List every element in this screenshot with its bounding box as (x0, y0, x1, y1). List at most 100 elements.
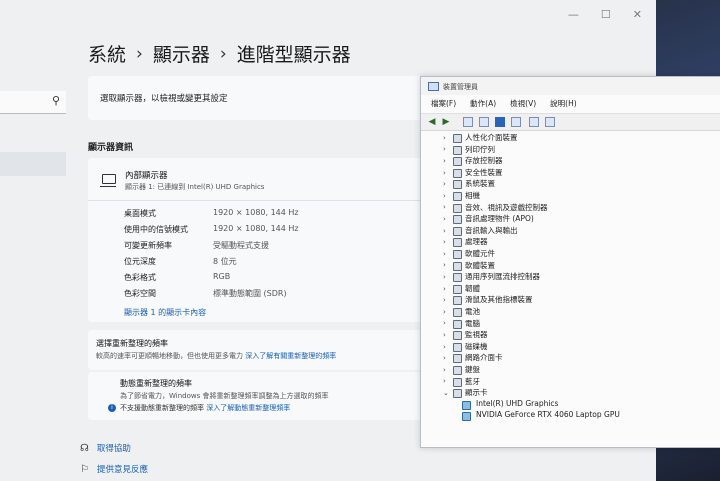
chevron-right-icon[interactable]: › (443, 238, 449, 246)
window-controls: — ☐ ✕ (568, 8, 642, 21)
device-category[interactable]: › 處理器 (421, 236, 720, 248)
chevron-right-icon[interactable]: › (443, 285, 449, 293)
help-book-icon[interactable] (495, 117, 505, 127)
device-category-label: 音效、視訊及遊戲控制器 (465, 202, 548, 212)
chevron-right-icon[interactable]: › (443, 157, 449, 165)
chevron-right-icon[interactable]: › (443, 377, 449, 385)
device-category-label: 存放控制器 (465, 156, 503, 166)
chevron-right-icon[interactable]: › (443, 250, 449, 258)
device-category[interactable]: › 磁碟機 (421, 341, 720, 353)
breadcrumb-display[interactable]: 顯示器 (153, 40, 210, 67)
search-icon: ⚲ (51, 94, 60, 107)
menu-action[interactable]: 動作(A) (470, 97, 496, 111)
device-category-icon (453, 389, 462, 399)
device-category-label: 電腦 (465, 318, 480, 328)
give-feedback-link[interactable]: ⚐ 提供意見反應 (80, 463, 148, 476)
section-title: 顯示器資訊 (88, 143, 134, 153)
device-category[interactable]: › 韌體 (421, 283, 720, 295)
sidebar-item-selected[interactable] (0, 152, 66, 176)
breadcrumb-system[interactable]: 系統 (88, 40, 126, 67)
device-category[interactable]: › 列印佇列 (421, 144, 720, 156)
menu-help[interactable]: 說明(H) (550, 97, 577, 111)
chevron-right-icon[interactable]: › (443, 192, 449, 200)
adapter-properties-link[interactable]: 顯示器 1 的顯示卡內容 (124, 307, 206, 318)
device-category[interactable]: › 音訊處理物件 (APO) (421, 213, 720, 225)
property-value: 1920 × 1080, 144 Hz (213, 208, 299, 217)
device-category[interactable]: › 通用序列匯流排控制器 (421, 271, 720, 283)
device-item[interactable]: NVIDIA GeForce RTX 4060 Laptop GPU (421, 410, 720, 422)
device-category-label: 網路介面卡 (465, 353, 503, 363)
refresh-rate-desc: 較高的速率可更順暢地移動，但也使用更多電力 深入了解有關重新整理的頻率 (96, 351, 336, 361)
scan-hardware-icon[interactable] (545, 117, 555, 127)
chevron-right-icon[interactable]: › (443, 273, 449, 281)
chevron-right-icon[interactable]: › (443, 203, 449, 211)
device-category[interactable]: › 鍵盤 (421, 364, 720, 376)
chevron-down-icon[interactable]: ⌄ (443, 389, 449, 397)
chevron-right-icon[interactable]: › (443, 354, 449, 362)
chevron-right-icon[interactable]: › (443, 180, 449, 188)
chevron-right-icon[interactable]: › (443, 227, 449, 235)
device-category[interactable]: › 相機 (421, 190, 720, 202)
device-category[interactable]: › 人性化介面裝置 (421, 132, 720, 144)
back-arrow-icon[interactable]: ◀ (427, 117, 437, 127)
property-value: 1920 × 1080, 144 Hz (213, 224, 299, 233)
get-help-link[interactable]: ☊ 取得協助 (80, 442, 131, 455)
chevron-right-icon[interactable]: › (443, 169, 449, 177)
chevron-right-icon[interactable]: › (443, 145, 449, 153)
device-category[interactable]: › 網路介面卡 (421, 352, 720, 364)
device-category[interactable]: › 電腦 (421, 318, 720, 330)
forward-arrow-icon[interactable]: ▶ (441, 117, 451, 127)
device-category[interactable]: › 軟體裝置 (421, 260, 720, 272)
refresh-rate-learn-more-link[interactable]: 深入了解有關重新整理的頻率 (245, 352, 336, 360)
property-value: 標準動態範圍 (SDR) (213, 289, 287, 298)
device-category[interactable]: › 音效、視訊及遊戲控制器 (421, 202, 720, 214)
property-value: 受驅動程式支援 (213, 241, 269, 250)
device-category[interactable]: › 存放控制器 (421, 155, 720, 167)
property-label: 色彩格式 (124, 273, 156, 282)
device-category[interactable]: › 滑鼠及其他指標裝置 (421, 294, 720, 306)
device-category-icon (453, 203, 462, 213)
device-category-label: 電池 (465, 307, 480, 316)
device-category[interactable]: › 監視器 (421, 329, 720, 341)
dynamic-refresh-learn-more-link[interactable]: 深入了解動態重新整理頻率 (206, 404, 290, 412)
menu-view[interactable]: 檢視(V) (510, 97, 536, 111)
device-category-label: 處理器 (465, 237, 488, 247)
device-category[interactable]: › 音訊輸入與輸出 (421, 225, 720, 237)
page-title: 進階型顯示器 (236, 44, 351, 66)
display-adapter-icon (462, 400, 471, 410)
device-category-label: 音訊輸入與輸出 (465, 225, 518, 235)
device-category-icon (453, 296, 462, 306)
chevron-right-icon[interactable]: › (443, 261, 449, 269)
device-manager-titlebar[interactable]: 裝置管理員 (421, 77, 720, 95)
chevron-right-icon[interactable]: › (443, 319, 449, 327)
chevron-right-icon[interactable]: › (443, 343, 449, 351)
show-hide-icon[interactable] (479, 117, 489, 127)
device-category[interactable]: › 系統裝置 (421, 178, 720, 190)
device-category-icon (453, 284, 462, 294)
close-button[interactable]: ✕ (633, 8, 642, 21)
device-category[interactable]: › 藍牙 (421, 376, 720, 388)
chevron-right-icon[interactable]: › (443, 308, 449, 316)
menu-file[interactable]: 檔案(F) (431, 97, 456, 111)
properties-icon[interactable] (463, 117, 473, 127)
chevron-right-icon[interactable]: › (443, 331, 449, 339)
chevron-right-icon[interactable]: › (443, 366, 449, 374)
device-category[interactable]: ⌄ 顯示卡 (421, 387, 720, 399)
maximize-button[interactable]: ☐ (601, 8, 611, 21)
minimize-button[interactable]: — (568, 8, 579, 21)
chevron-right-icon[interactable]: › (443, 134, 449, 142)
device-category-icon (453, 134, 462, 143)
device-category[interactable]: › 電池 (421, 306, 720, 318)
device-category-label: 監視器 (465, 330, 488, 340)
monitor-icon (100, 174, 116, 187)
device-category-label: 軟體元件 (465, 249, 495, 258)
search-input[interactable]: ⚲ (0, 91, 66, 114)
device-manager-title: 裝置管理員 (443, 83, 478, 91)
chevron-right-icon[interactable]: › (443, 296, 449, 304)
device-category[interactable]: › 軟體元件 (421, 248, 720, 260)
update-driver-icon[interactable] (529, 117, 539, 127)
device-item[interactable]: Intel(R) UHD Graphics (421, 399, 720, 411)
device-category[interactable]: › 安全性裝置 (421, 167, 720, 179)
details-icon[interactable] (511, 117, 521, 127)
chevron-right-icon[interactable]: › (443, 215, 449, 223)
